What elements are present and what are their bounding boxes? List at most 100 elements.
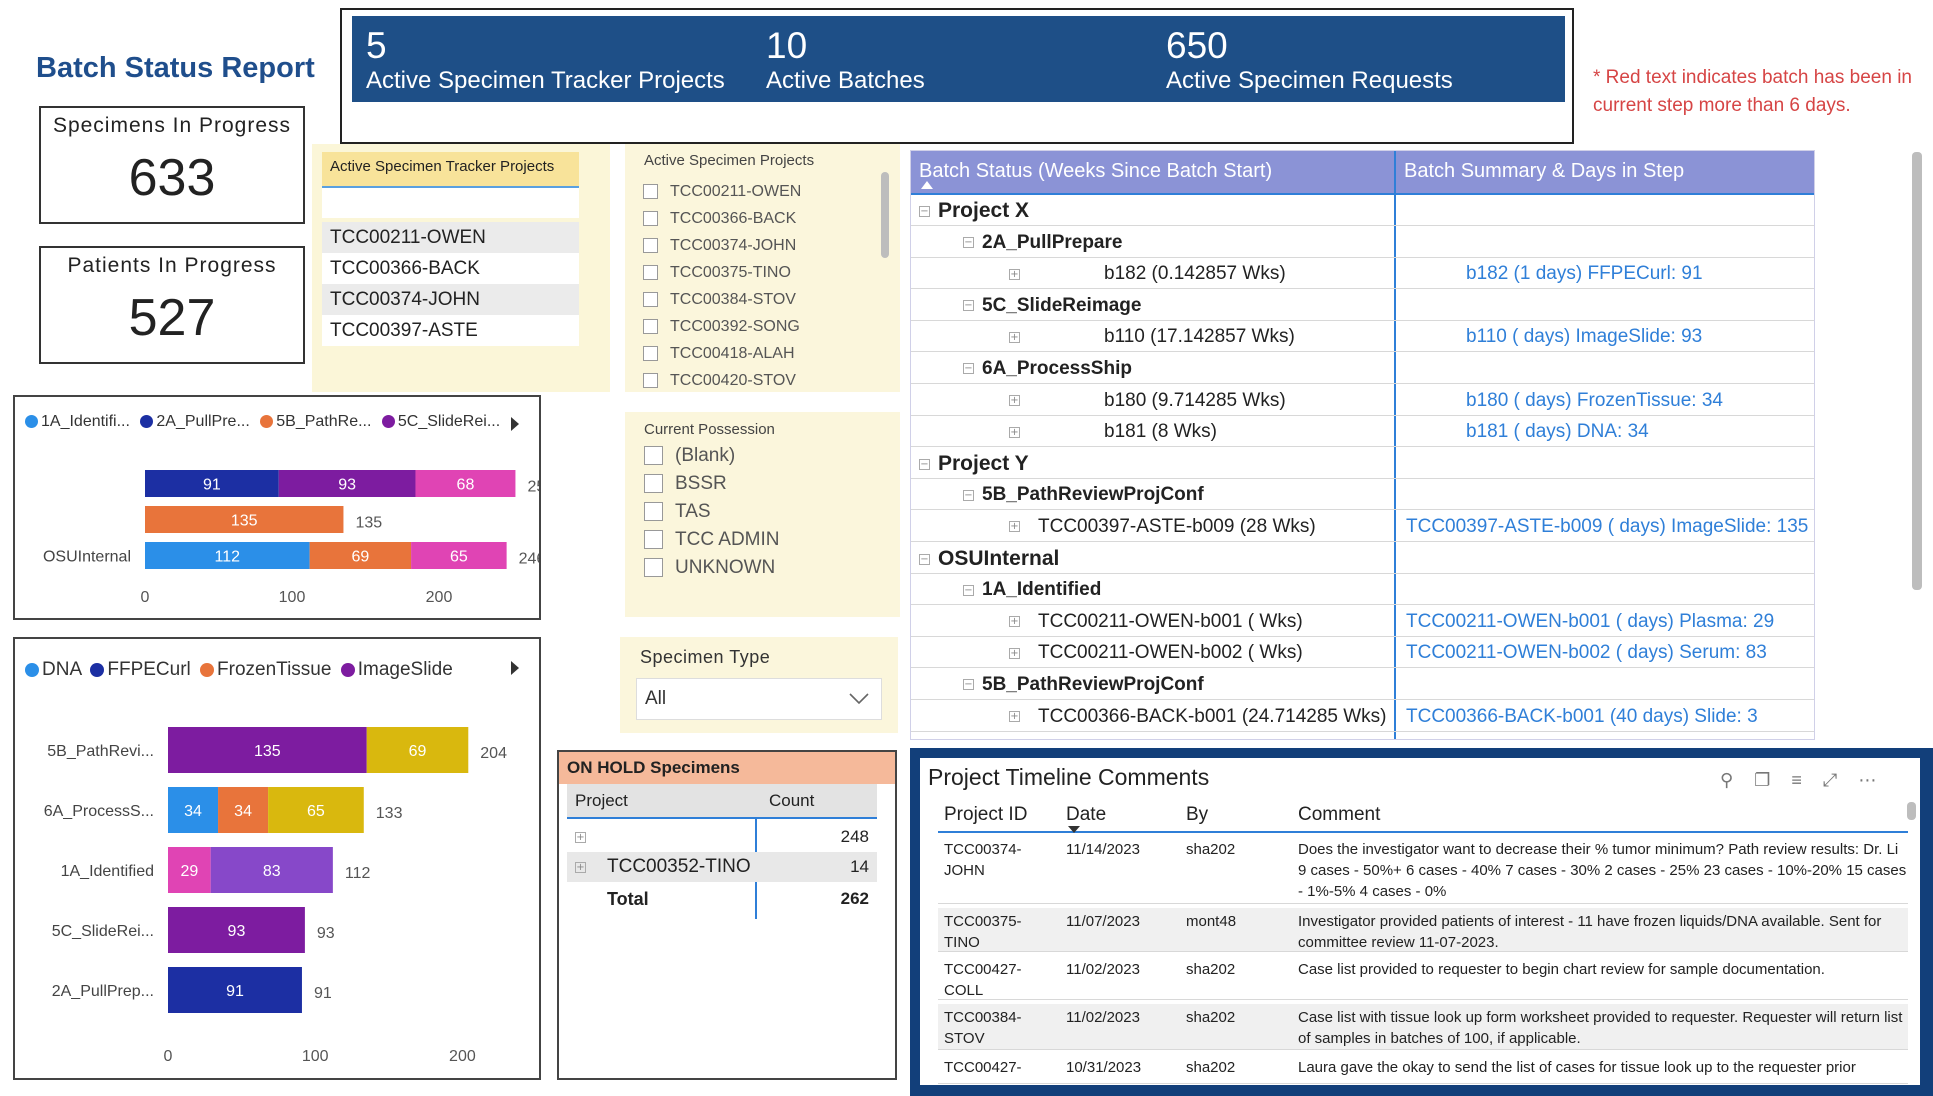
project-option[interactable]: TCC00211-OWEN bbox=[643, 178, 801, 205]
checkbox-icon[interactable] bbox=[644, 502, 663, 522]
possession-option[interactable]: BSSR bbox=[644, 470, 780, 498]
tracker-slicer-search[interactable] bbox=[322, 188, 579, 218]
matrix-row[interactable]: + b182 (0.142857 Wks) b182 (1 days) FFPECu… bbox=[911, 258, 1814, 290]
timeline-col-comment[interactable]: Comment bbox=[1298, 804, 1380, 826]
tracker-slicer: Active Specimen Tracker Projects TCC0021… bbox=[312, 144, 610, 392]
matrix-header-status[interactable]: Batch Status (Weeks Since Batch Start) bbox=[911, 151, 1395, 193]
expand-icon[interactable]: + bbox=[1009, 521, 1020, 533]
matrix-row[interactable]: −1A_Identified bbox=[911, 574, 1814, 606]
project-option[interactable]: TCC00366-BACK bbox=[643, 205, 801, 232]
checkbox-icon[interactable] bbox=[643, 184, 658, 200]
checkbox-icon[interactable] bbox=[644, 530, 663, 550]
table-row[interactable]: TCC00375- TINO 11/07/2023 mont48 Investigat… bbox=[938, 908, 1908, 952]
project-option[interactable]: TCC00375-TINO bbox=[643, 259, 801, 286]
table-row[interactable]: TCC00384- STOV 11/02/2023 sha202 Case list … bbox=[938, 1004, 1908, 1050]
onhold-col-project[interactable]: Project bbox=[575, 784, 628, 818]
checkbox-icon[interactable] bbox=[643, 319, 658, 335]
copy-icon[interactable]: ❐ bbox=[1754, 770, 1770, 790]
more-options-icon[interactable]: ⋯ bbox=[1858, 770, 1876, 790]
expand-icon[interactable]: + bbox=[1009, 426, 1020, 438]
collapse-icon[interactable]: − bbox=[963, 584, 974, 596]
tracker-item[interactable]: TCC00366-BACK bbox=[322, 253, 579, 284]
possession-option[interactable]: TAS bbox=[644, 498, 780, 526]
project-option[interactable]: TCC00374-JOHN bbox=[643, 232, 801, 259]
specimens-label: Specimens In Progress bbox=[52, 114, 292, 137]
possession-option[interactable]: (Blank) bbox=[644, 442, 780, 470]
page-scrollbar[interactable] bbox=[1912, 152, 1922, 590]
checkbox-icon[interactable] bbox=[644, 558, 663, 578]
collapse-icon[interactable]: − bbox=[919, 554, 930, 566]
matrix-row[interactable]: + TCC00211-OWEN-b002 ( Wks) TCC00211-OWEN-… bbox=[911, 637, 1814, 669]
timeline-col-by[interactable]: By bbox=[1186, 804, 1208, 826]
table-row[interactable]: + TCC00352-TINO 14 bbox=[567, 852, 877, 882]
timeline-scrollbar[interactable] bbox=[1907, 802, 1916, 820]
matrix-row-summary: b182 (1 days) FFPECurl: 91 bbox=[1466, 263, 1703, 285]
matrix-row[interactable]: −6A_ProcessShip bbox=[911, 353, 1814, 384]
checkbox-icon[interactable] bbox=[643, 292, 658, 308]
expand-icon[interactable]: + bbox=[575, 862, 586, 873]
collapse-icon[interactable]: − bbox=[963, 363, 974, 375]
possession-option[interactable]: UNKNOWN bbox=[644, 554, 780, 582]
matrix-row[interactable]: − Project Y bbox=[911, 448, 1814, 479]
collapse-icon[interactable]: − bbox=[963, 237, 974, 249]
expand-icon[interactable]: + bbox=[1009, 268, 1020, 280]
matrix-row[interactable]: + TCC00366-BACK-b001 (24.714285 Wks) TCC00… bbox=[911, 701, 1814, 732]
table-row[interactable]: TCC00427- COLL 11/02/2023 sha202 Case list … bbox=[938, 956, 1908, 1000]
expand-icon[interactable]: + bbox=[1009, 395, 1020, 407]
checkbox-icon[interactable] bbox=[643, 265, 658, 281]
pin-icon[interactable]: ⚲ bbox=[1720, 770, 1733, 790]
onhold-col-count[interactable]: Count bbox=[769, 784, 814, 818]
data-label: 65 bbox=[307, 803, 325, 820]
table-row[interactable]: + 248 bbox=[567, 822, 877, 852]
matrix-row[interactable]: − OSUInternal bbox=[911, 543, 1814, 574]
tracker-item[interactable]: TCC00397-ASTE bbox=[322, 315, 579, 346]
matrix-row[interactable]: −5C_SlideReimage bbox=[911, 290, 1814, 321]
checkbox-icon[interactable] bbox=[643, 238, 658, 254]
matrix-row[interactable]: −5B_PathReviewProjConf bbox=[911, 669, 1814, 700]
matrix-header-summary[interactable]: Batch Summary & Days in Step bbox=[1396, 151, 1814, 193]
timeline-col-id[interactable]: Project ID bbox=[944, 804, 1027, 826]
matrix-row[interactable]: + b181 (8 Wks) b181 ( days) DNA: 34 bbox=[911, 416, 1814, 448]
kpi-requests: 650 Active Specimen Requests bbox=[1166, 26, 1453, 96]
specimen-type-dropdown[interactable]: All bbox=[636, 678, 882, 720]
checkbox-icon[interactable] bbox=[643, 373, 658, 389]
expand-icon[interactable]: + bbox=[1009, 616, 1020, 628]
project-option[interactable]: TCC00418-ALAH bbox=[643, 340, 801, 367]
checkbox-icon[interactable] bbox=[644, 446, 663, 466]
sort-up-icon bbox=[921, 181, 933, 189]
project-option[interactable]: TCC00392-SONG bbox=[643, 313, 801, 340]
matrix-row[interactable]: − Project X bbox=[911, 195, 1814, 226]
focus-mode-icon[interactable]: ⤢ bbox=[1823, 770, 1837, 790]
collapse-icon[interactable]: − bbox=[919, 459, 930, 471]
projects-slicer-scrollbar[interactable] bbox=[881, 172, 889, 258]
collapse-icon[interactable]: − bbox=[963, 300, 974, 312]
matrix-row[interactable]: + b180 (9.714285 Wks) b180 ( days) FrozenT… bbox=[911, 385, 1814, 416]
checkbox-icon[interactable] bbox=[643, 211, 658, 227]
matrix-row[interactable]: −5B_PathReviewProjConf bbox=[911, 479, 1814, 511]
expand-icon[interactable]: + bbox=[575, 832, 586, 843]
expand-icon[interactable]: + bbox=[1009, 647, 1020, 659]
matrix-row[interactable]: −2A_PullPrepare bbox=[911, 227, 1814, 258]
expand-icon[interactable]: + bbox=[1009, 711, 1020, 723]
matrix-row[interactable]: + TCC00211-OWEN-b001 ( Wks) TCC00211-OWEN-… bbox=[911, 606, 1814, 637]
matrix-row[interactable]: + TCC00397-ASTE-b009 (28 Wks) TCC00397-AST… bbox=[911, 511, 1814, 542]
matrix-row-text: Project X bbox=[938, 199, 1030, 222]
possession-option[interactable]: TCC ADMIN bbox=[644, 526, 780, 554]
table-row[interactable]: TCC00427- 10/31/2023 sha202 Laura gave the … bbox=[938, 1054, 1908, 1084]
tracker-item[interactable]: TCC00211-OWEN bbox=[322, 222, 579, 253]
timeline-panel: Project Timeline Comments ⚲ ❐ ≡ ⤢ ⋯ Proj… bbox=[910, 748, 1933, 1096]
filter-icon[interactable]: ≡ bbox=[1791, 770, 1802, 790]
matrix-row[interactable]: + b110 (17.142857 Wks) b110 ( days) ImageS… bbox=[911, 321, 1814, 353]
tracker-item[interactable]: TCC00374-JOHN bbox=[322, 284, 579, 315]
checkbox-icon[interactable] bbox=[644, 474, 663, 494]
data-label: 34 bbox=[184, 803, 202, 820]
project-option[interactable]: TCC00384-STOV bbox=[643, 286, 801, 313]
timeline-col-date[interactable]: Date bbox=[1066, 804, 1106, 826]
collapse-icon[interactable]: − bbox=[963, 489, 974, 501]
collapse-icon[interactable]: − bbox=[919, 206, 930, 218]
project-option[interactable]: TCC00420-STOV bbox=[643, 367, 801, 394]
collapse-icon[interactable]: − bbox=[963, 679, 974, 691]
checkbox-icon[interactable] bbox=[643, 346, 658, 362]
expand-icon[interactable]: + bbox=[1009, 331, 1020, 343]
table-row[interactable]: TCC00374- JOHN 11/14/2023 sha202 Does the i… bbox=[938, 836, 1908, 904]
